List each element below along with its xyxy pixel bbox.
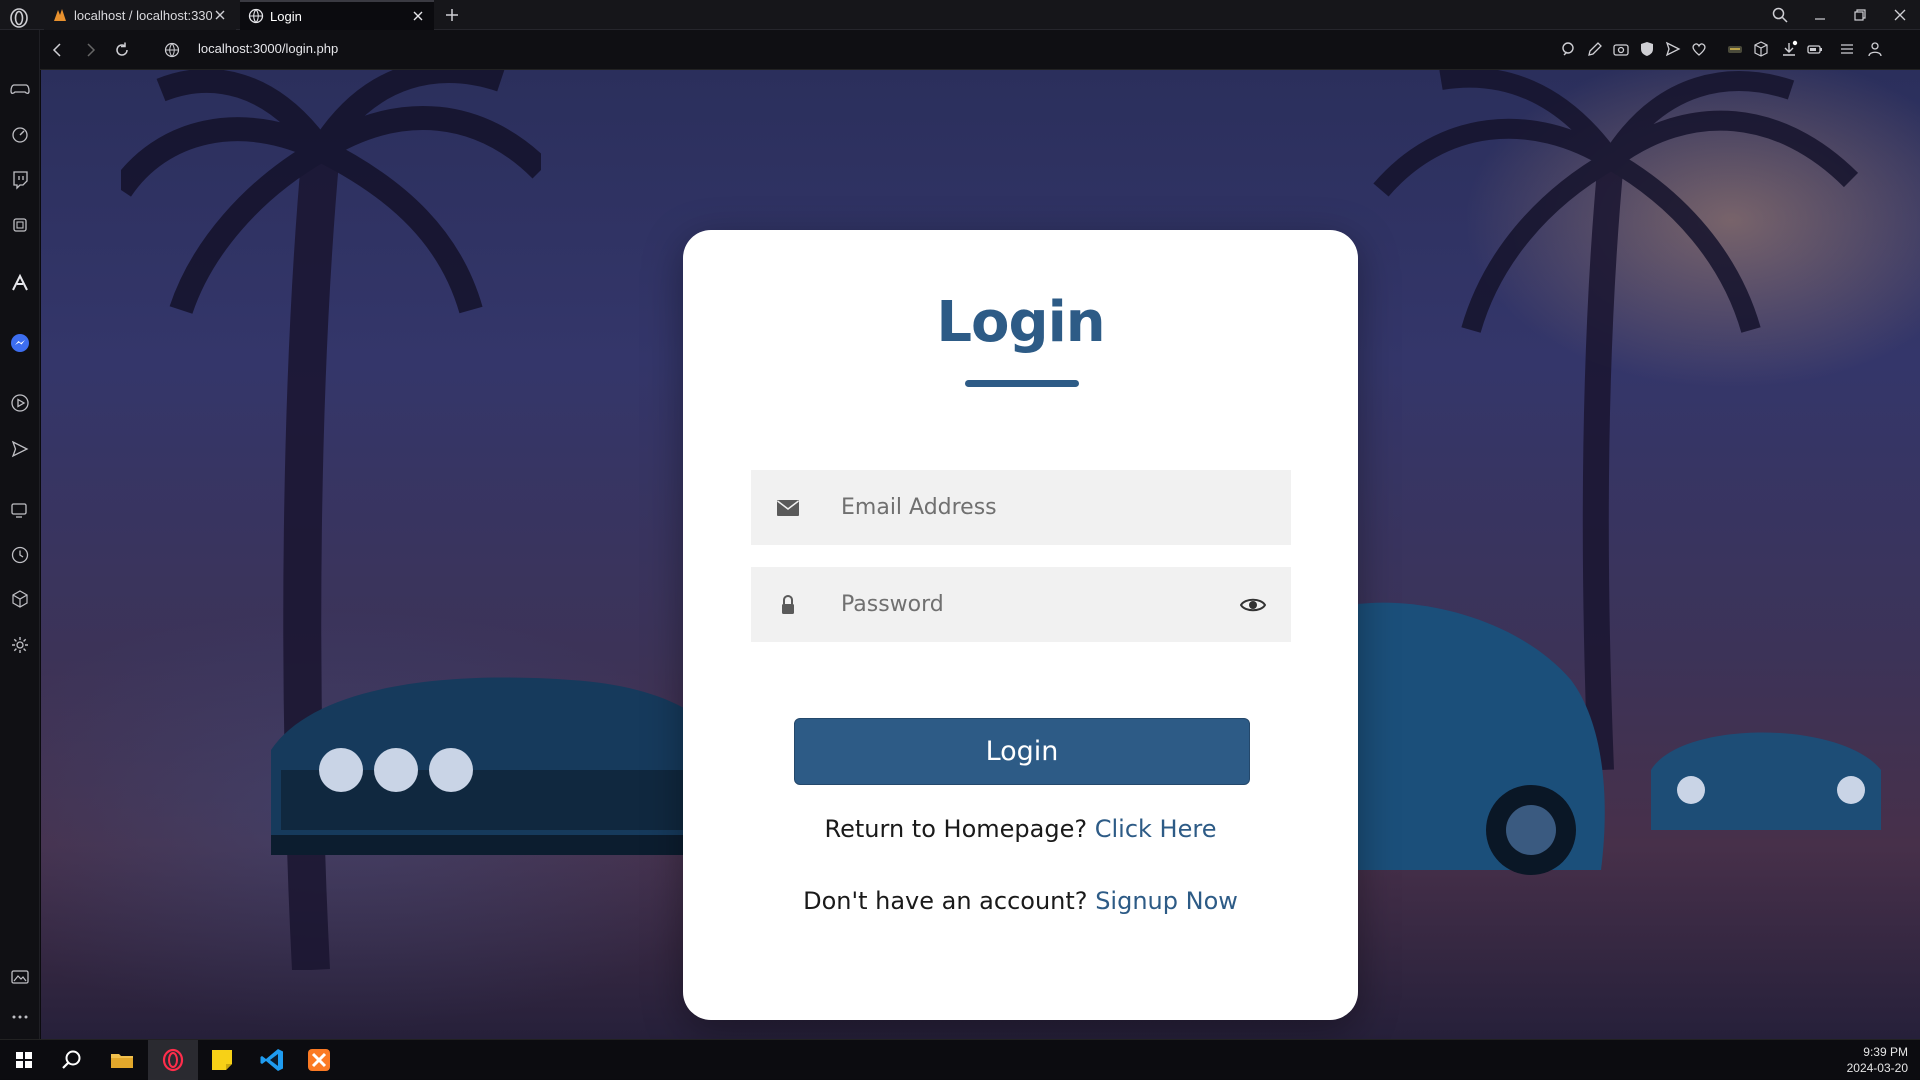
lens-search-icon[interactable] bbox=[1560, 40, 1578, 58]
tab-login[interactable]: Login bbox=[240, 0, 434, 30]
clock-date: 2024-03-20 bbox=[1846, 1061, 1908, 1075]
homepage-link[interactable]: Click Here bbox=[1095, 815, 1217, 843]
address-bar: localhost:3000/login.php bbox=[40, 30, 1920, 70]
browser-sidebar bbox=[0, 30, 40, 1039]
close-tab-icon[interactable] bbox=[212, 7, 228, 23]
signup-line: Don't have an account? Signup Now bbox=[683, 887, 1358, 915]
page-background: Login Login Return to Homepage? Click He bbox=[41, 70, 1920, 1039]
search-tabs-icon[interactable] bbox=[1770, 5, 1790, 25]
opera-gx-icon[interactable] bbox=[159, 1046, 187, 1074]
homepage-line: Return to Homepage? Click Here bbox=[683, 815, 1358, 843]
heart-icon[interactable] bbox=[1690, 40, 1708, 58]
xampp-icon[interactable] bbox=[305, 1046, 333, 1074]
settings-gear-icon[interactable] bbox=[9, 634, 31, 656]
edit-icon[interactable] bbox=[1586, 40, 1604, 58]
car-image bbox=[271, 677, 721, 855]
more-icon[interactable] bbox=[9, 1006, 31, 1028]
speed-dial-icon[interactable] bbox=[9, 124, 31, 146]
back-icon[interactable] bbox=[48, 40, 68, 60]
extensions-icon[interactable] bbox=[9, 588, 31, 610]
send-flow-icon[interactable] bbox=[9, 438, 31, 460]
login-card: Login Login Return to Homepage? Click He bbox=[683, 230, 1358, 1020]
new-tab-icon[interactable] bbox=[442, 5, 462, 25]
messenger-icon[interactable] bbox=[9, 332, 31, 354]
easy-setup-icon[interactable] bbox=[1838, 40, 1856, 58]
player-icon[interactable] bbox=[9, 392, 31, 414]
car-image bbox=[1651, 732, 1881, 830]
signup-link[interactable]: Signup Now bbox=[1095, 887, 1238, 915]
twitch-icon[interactable] bbox=[9, 168, 31, 190]
history-icon[interactable] bbox=[9, 544, 31, 566]
extension-icon[interactable] bbox=[1726, 40, 1744, 58]
reload-icon[interactable] bbox=[112, 40, 132, 60]
search-icon[interactable] bbox=[58, 1046, 86, 1074]
profile-icon[interactable] bbox=[1866, 40, 1884, 58]
login-title: Login bbox=[936, 290, 1105, 355]
url-field[interactable]: localhost:3000/login.php bbox=[198, 41, 338, 56]
restore-icon[interactable] bbox=[1850, 5, 1870, 25]
windows-taskbar: 9:39 PM 2024-03-20 bbox=[0, 1039, 1920, 1080]
wallpaper-icon[interactable] bbox=[9, 966, 31, 988]
phpmyadmin-icon bbox=[54, 9, 66, 21]
vscode-icon[interactable] bbox=[258, 1046, 286, 1074]
camera-icon[interactable] bbox=[1612, 40, 1630, 58]
show-password-eye-icon[interactable] bbox=[1240, 593, 1266, 617]
file-explorer-icon[interactable] bbox=[108, 1046, 136, 1074]
system-clock[interactable]: 9:39 PM 2024-03-20 bbox=[1847, 1044, 1908, 1076]
title-underline bbox=[965, 380, 1079, 387]
gamepad-icon[interactable] bbox=[9, 78, 31, 100]
password-field-wrapper bbox=[751, 567, 1291, 642]
envelope-icon bbox=[777, 500, 799, 516]
battery-saver-icon[interactable] bbox=[1806, 40, 1824, 58]
car-image bbox=[1331, 602, 1605, 875]
shield-icon[interactable] bbox=[1638, 40, 1656, 58]
opera-menu-icon[interactable] bbox=[8, 7, 30, 29]
globe-icon bbox=[248, 8, 264, 24]
close-window-icon[interactable] bbox=[1890, 5, 1910, 25]
windows-start-icon[interactable] bbox=[10, 1046, 38, 1074]
browser-titlebar: localhost / localhost:3307 / Login bbox=[0, 0, 1920, 30]
site-info-icon[interactable] bbox=[162, 40, 182, 60]
close-tab-icon[interactable] bbox=[410, 8, 426, 24]
tab-label: Login bbox=[270, 8, 302, 24]
password-input[interactable] bbox=[841, 567, 1231, 642]
forward-icon[interactable] bbox=[80, 40, 100, 60]
minimize-icon[interactable] bbox=[1810, 5, 1830, 25]
email-field-wrapper bbox=[751, 470, 1291, 545]
clock-time: 9:39 PM bbox=[1863, 1045, 1908, 1059]
signup-prompt: Don't have an account? bbox=[803, 887, 1088, 915]
email-input[interactable] bbox=[841, 470, 1231, 545]
download-icon[interactable] bbox=[1780, 40, 1798, 58]
tabs-icon[interactable] bbox=[9, 498, 31, 520]
cpu-limiter-icon[interactable] bbox=[9, 214, 31, 236]
tab-label: localhost / localhost:3307 / bbox=[74, 7, 212, 23]
tab-phpmyadmin[interactable]: localhost / localhost:3307 / bbox=[44, 0, 236, 30]
box-icon[interactable] bbox=[1752, 40, 1770, 58]
gx-corner-icon[interactable] bbox=[9, 272, 31, 294]
login-button[interactable]: Login bbox=[794, 718, 1250, 785]
send-icon[interactable] bbox=[1664, 40, 1682, 58]
sticky-notes-icon[interactable] bbox=[208, 1046, 236, 1074]
homepage-prompt: Return to Homepage? bbox=[824, 815, 1088, 843]
lock-icon bbox=[782, 594, 794, 614]
